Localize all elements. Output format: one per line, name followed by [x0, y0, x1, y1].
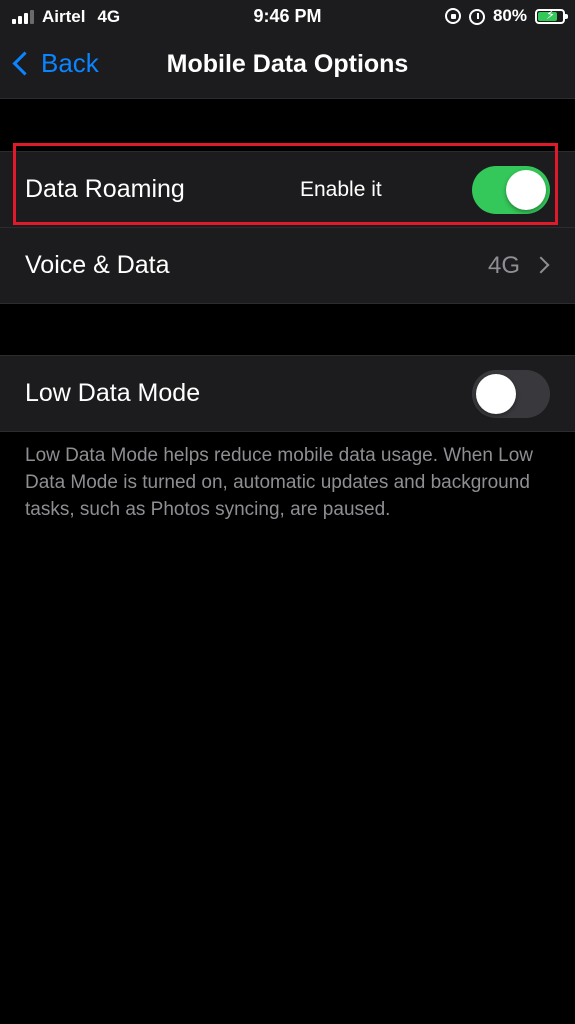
- data-roaming-row[interactable]: Data Roaming Enable it: [0, 152, 575, 227]
- low-data-mode-description: Low Data Mode helps reduce mobile data u…: [25, 445, 534, 520]
- battery-charging-icon: ⚡: [535, 8, 568, 24]
- page-title: Mobile Data Options: [166, 50, 409, 78]
- enable-it-annotation: Enable it: [300, 177, 382, 201]
- alarm-icon: [468, 8, 485, 25]
- orientation-lock-icon: [444, 8, 461, 24]
- voice-data-value: 4G: [487, 251, 520, 279]
- settings-group-low-data: Low Data Mode: [0, 355, 575, 432]
- status-bar: Airtel 4G 9:46 PM 80% ⚡: [0, 0, 575, 34]
- data-roaming-label: Data Roaming: [25, 175, 185, 203]
- data-roaming-toggle[interactable]: [472, 165, 550, 214]
- low-data-mode-toggle[interactable]: [472, 369, 550, 418]
- low-data-mode-label: Low Data Mode: [25, 379, 201, 407]
- battery-percent: 80%: [492, 6, 527, 25]
- status-right: 80% ⚡: [444, 6, 568, 26]
- voice-data-row[interactable]: Voice & Data 4G: [0, 227, 575, 303]
- settings-group-roaming: Data Roaming Enable it Voice & Data 4G: [0, 151, 575, 304]
- chevron-right-icon: [532, 256, 550, 274]
- navigation-bar: Back Mobile Data Options: [0, 34, 575, 99]
- low-data-mode-row[interactable]: Low Data Mode: [0, 356, 575, 431]
- voice-data-label: Voice & Data: [25, 251, 170, 279]
